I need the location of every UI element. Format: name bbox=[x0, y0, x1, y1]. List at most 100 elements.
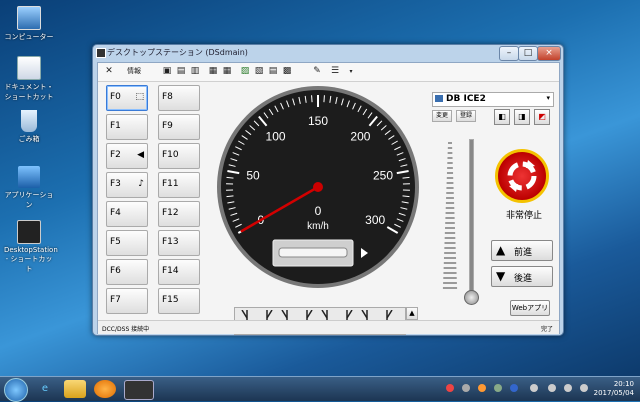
title-bar[interactable]: デスクトップステーション (DSdmain) – □ × bbox=[93, 45, 563, 61]
toolbar: ✕ 情報 ▣ ▤ ▥ ▦ ▦ ▨ ▧ ▤ ▩ ✎ ☰ ▾ bbox=[98, 63, 559, 82]
desktop-icon-recycle[interactable]: ごみ箱 bbox=[4, 110, 54, 144]
forward-button[interactable]: ▲ 前進 bbox=[491, 240, 553, 261]
function-label: F3 bbox=[110, 179, 121, 189]
function-button-f3[interactable]: F3 ♪ bbox=[106, 172, 148, 198]
function-button-f6[interactable]: F6 bbox=[106, 259, 148, 285]
function-button-f2[interactable]: F2◀ bbox=[106, 143, 148, 169]
dropdown-icon[interactable]: ▾ bbox=[346, 66, 356, 77]
media-player-icon[interactable] bbox=[94, 380, 116, 398]
function-label: F14 bbox=[162, 266, 179, 276]
track-up-button[interactable]: ▲ bbox=[406, 307, 418, 320]
close-icon[interactable]: ✕ bbox=[104, 66, 114, 77]
gauge-label: 50 bbox=[246, 169, 260, 183]
app-icon bbox=[96, 48, 106, 58]
explorer-icon[interactable] bbox=[64, 380, 86, 398]
sound-icon: ♪ bbox=[138, 179, 144, 189]
tray-icon-2[interactable] bbox=[462, 384, 470, 392]
desktop-station-task[interactable] bbox=[124, 380, 154, 400]
reverse-icon: ▼ bbox=[496, 269, 505, 283]
function-button-f14[interactable]: F14 bbox=[158, 259, 200, 285]
map-icon[interactable]: ▨ bbox=[240, 66, 250, 77]
function-button-f7[interactable]: F7 bbox=[106, 288, 148, 314]
function-button-f11[interactable]: F11 bbox=[158, 172, 200, 198]
function-button-f12[interactable]: F12 bbox=[158, 201, 200, 227]
window-title: デスクトップステーション (DSdmain) bbox=[107, 47, 248, 58]
desktop-icon-label: コンピューター bbox=[5, 33, 54, 41]
function-label: F0 bbox=[110, 92, 121, 102]
taskbar: e 20:10 2017/05/04 bbox=[0, 376, 640, 401]
list-icon[interactable]: ▤ bbox=[268, 66, 278, 77]
light-icon: ⬚ bbox=[135, 92, 144, 102]
reverse-label: 後進 bbox=[514, 271, 532, 284]
tray-icon-6[interactable] bbox=[530, 384, 538, 392]
save-icon[interactable]: ▣ bbox=[162, 66, 172, 77]
desktop-icon-computer[interactable]: コンピューター bbox=[4, 6, 54, 42]
function-button-f5[interactable]: F5 bbox=[106, 230, 148, 256]
gauge-label: 200 bbox=[350, 129, 370, 143]
throttle-knob[interactable] bbox=[464, 290, 479, 305]
gauge-label: 150 bbox=[308, 114, 328, 128]
function-label: F6 bbox=[110, 266, 121, 276]
table-icon[interactable]: ▧ bbox=[254, 66, 264, 77]
close-button[interactable]: × bbox=[537, 46, 561, 61]
function-button-f15[interactable]: F15 bbox=[158, 288, 200, 314]
function-button-f4[interactable]: F4 bbox=[106, 201, 148, 227]
start-button[interactable] bbox=[4, 378, 28, 402]
clock-time: 20:10 bbox=[594, 380, 634, 389]
tray-icon-7[interactable] bbox=[548, 384, 556, 392]
settings-icon[interactable]: ☰ bbox=[330, 66, 340, 77]
loco-back-icon[interactable]: ◨ bbox=[514, 109, 530, 125]
loco-select[interactable]: DB ICE2 ▾ bbox=[432, 92, 554, 107]
maximize-button[interactable]: □ bbox=[518, 46, 538, 61]
layout2-icon[interactable]: ▩ bbox=[282, 66, 292, 77]
grid-icon[interactable]: ▦ bbox=[208, 66, 218, 77]
stop-arrows-icon bbox=[498, 152, 546, 200]
reverse-button[interactable]: ▼ 後進 bbox=[491, 266, 553, 287]
info-button[interactable]: 情報 bbox=[122, 66, 146, 77]
function-button-f9[interactable]: F9 bbox=[158, 114, 200, 140]
layout-icon[interactable]: ▥ bbox=[190, 66, 200, 77]
function-button-f8[interactable]: F8 bbox=[158, 85, 200, 111]
open-icon[interactable]: ▤ bbox=[176, 66, 186, 77]
grid2-icon[interactable]: ▦ bbox=[222, 66, 232, 77]
function-button-f10[interactable]: F10 bbox=[158, 143, 200, 169]
tray-icon-4[interactable] bbox=[494, 384, 502, 392]
function-button-f1[interactable]: F1 bbox=[106, 114, 148, 140]
loco-change-button[interactable]: 変更 bbox=[432, 110, 452, 122]
gauge-label: 250 bbox=[373, 169, 393, 183]
gauge-label: 300 bbox=[365, 213, 385, 227]
loco-front-icon[interactable]: ◧ bbox=[494, 109, 510, 125]
minimize-button[interactable]: – bbox=[499, 46, 519, 61]
app-icon bbox=[18, 166, 40, 188]
function-label: F11 bbox=[162, 179, 179, 189]
app-window: デスクトップステーション (DSdmain) – □ × ✕ 情報 ▣ ▤ ▥ … bbox=[92, 44, 564, 336]
function-button-f0[interactable]: F0 ⬚ bbox=[106, 85, 148, 111]
status-bar: DCC/DSS 接続中 完了 bbox=[98, 320, 559, 334]
status-text: DCC/DSS 接続中 bbox=[102, 324, 149, 333]
ie-icon[interactable]: e bbox=[34, 380, 56, 398]
computer-icon bbox=[17, 6, 41, 30]
loco-register-button[interactable]: 登録 bbox=[456, 110, 476, 122]
desktop-icon-app[interactable]: アプリケーション bbox=[4, 166, 54, 210]
desktop-icon-documents[interactable]: ドキュメント・ショートカット bbox=[4, 56, 54, 102]
function-label: F7 bbox=[110, 295, 121, 305]
tray-icon-8[interactable] bbox=[564, 384, 572, 392]
function-button-f13[interactable]: F13 bbox=[158, 230, 200, 256]
loco-settings-icon[interactable]: ◩ bbox=[534, 109, 550, 125]
desktop-icon-label: アプリケーション bbox=[5, 191, 54, 209]
tray-icon-3[interactable] bbox=[478, 384, 486, 392]
emergency-stop-button[interactable] bbox=[495, 149, 549, 203]
desktop-station-icon bbox=[17, 220, 41, 244]
emergency-stop-label: 非常停止 bbox=[497, 208, 551, 221]
function-label: F12 bbox=[162, 208, 179, 218]
desktop-icon-desktop-station[interactable]: DesktopStation - ショートカット bbox=[4, 220, 54, 274]
web-app-button[interactable]: Webアプリ bbox=[510, 300, 550, 316]
function-label: F13 bbox=[162, 237, 179, 247]
clock[interactable]: 20:10 2017/05/04 bbox=[594, 380, 634, 398]
tool-icon[interactable]: ✎ bbox=[312, 66, 322, 77]
tray-icon-1[interactable] bbox=[446, 384, 454, 392]
speed-value: 0 bbox=[315, 204, 322, 218]
tray-icon-9[interactable] bbox=[580, 384, 588, 392]
tray-icon-5[interactable] bbox=[510, 384, 518, 392]
forward-icon: ▲ bbox=[496, 243, 505, 257]
